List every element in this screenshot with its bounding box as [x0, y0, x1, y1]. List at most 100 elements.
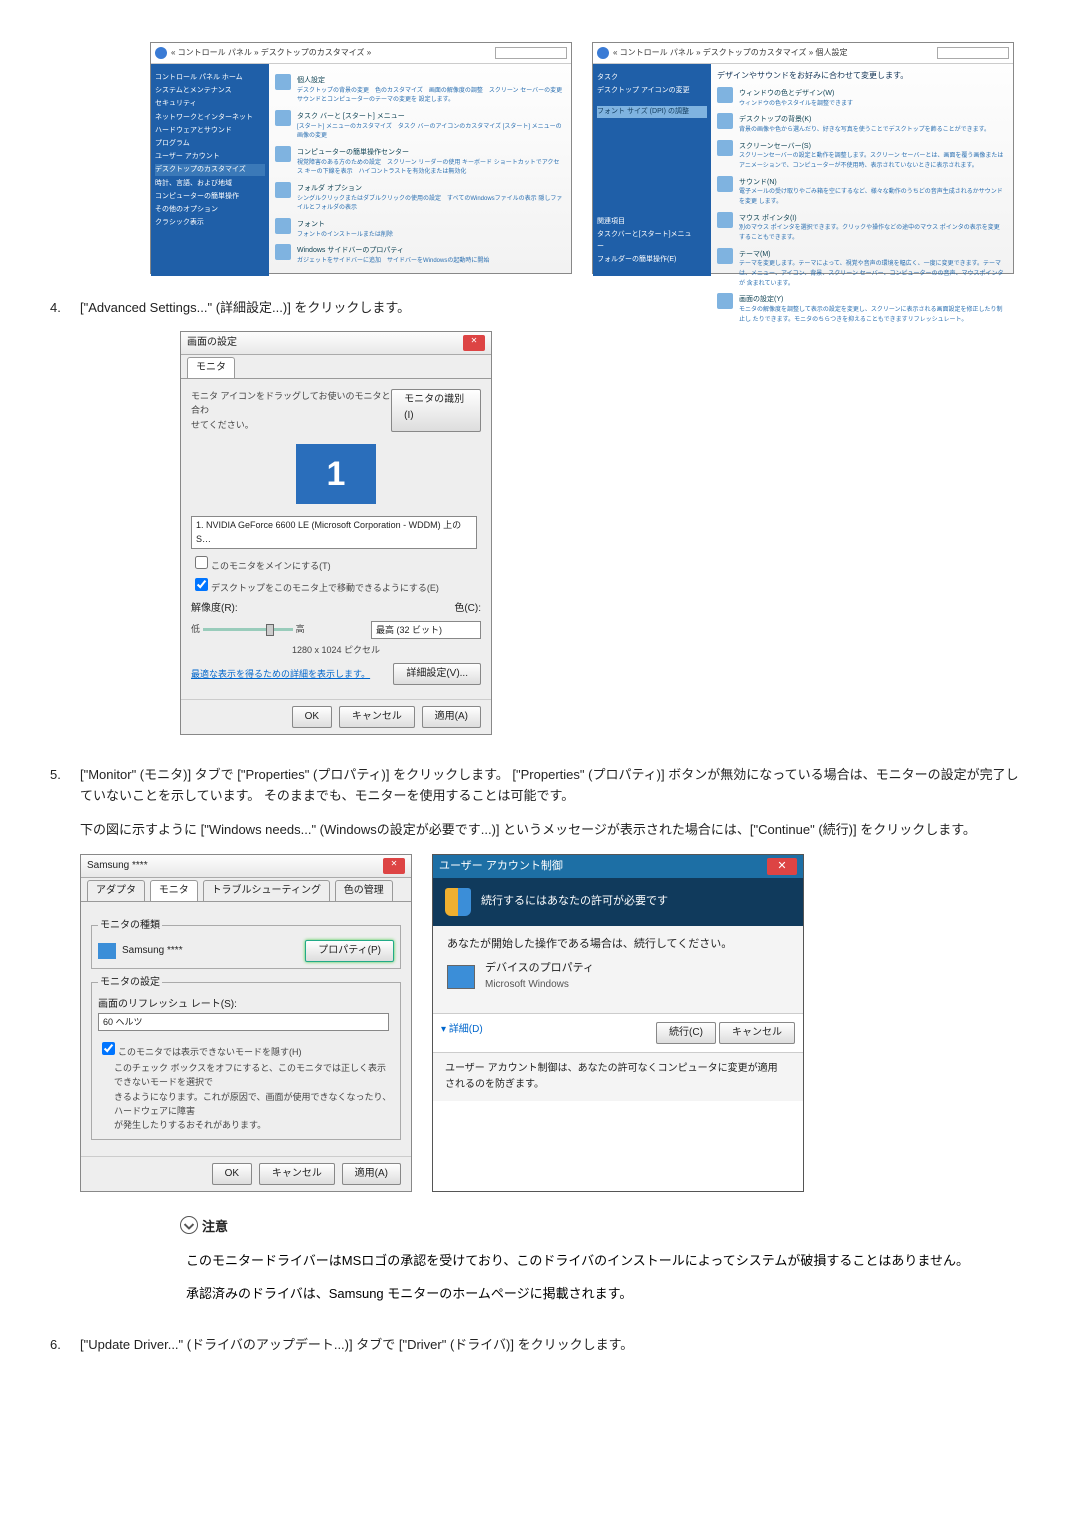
- link[interactable]: タスク バーと [スタート] メニュー: [297, 113, 405, 120]
- step-text-1: ["Monitor" (モニタ)] タブで ["Properties" (プロパ…: [80, 765, 1030, 807]
- step-number: 4.: [50, 298, 61, 319]
- advanced-button[interactable]: 詳細設定(V)...: [393, 663, 481, 685]
- close-icon[interactable]: ✕: [767, 858, 797, 876]
- back-icon[interactable]: [597, 47, 609, 59]
- left-main: 個人設定デスクトップの背景の変更 色のカスタマイズ 画面の解像度の調整 スクリー…: [269, 64, 571, 276]
- color-label: 色(C):: [454, 601, 481, 617]
- sidebar-item[interactable]: セキュリティ: [155, 98, 265, 109]
- link[interactable]: サウンド(N): [739, 179, 777, 186]
- link[interactable]: デスクトップの背景(K): [739, 116, 811, 123]
- resolution-label: 解像度(R):: [191, 601, 238, 617]
- color-select[interactable]: 最高 (32 ビット): [371, 621, 481, 639]
- sidebar-item-active[interactable]: フォント サイズ (DPI) の調整: [597, 106, 707, 117]
- link[interactable]: フォルダ オプション: [297, 185, 362, 192]
- search-input[interactable]: [495, 47, 567, 59]
- primary-checkbox[interactable]: [195, 556, 208, 569]
- desc: 電子メールの受け取りやごみ箱を空にするなど、様々な動作のうちどの音声生成されるか…: [739, 188, 1007, 207]
- ok-button[interactable]: OK: [212, 1163, 252, 1185]
- sidebar-item[interactable]: その他のオプション: [155, 204, 265, 215]
- tab-monitor[interactable]: モニタ: [187, 357, 235, 378]
- close-icon[interactable]: ✕: [383, 858, 405, 874]
- help-link[interactable]: 最適な表示を得るための詳細を表示します。: [191, 667, 370, 681]
- breadcrumb[interactable]: « コントロール パネル » デスクトップのカスタマイズ » 個人設定: [613, 47, 937, 60]
- drag-text: モニタ アイコンをドラッグしてお使いのモニタと合わ せてください。: [191, 389, 391, 432]
- font-icon: [275, 218, 291, 234]
- tab-monitor[interactable]: モニタ: [150, 880, 198, 901]
- search-input[interactable]: [937, 47, 1009, 59]
- continue-button[interactable]: 続行(C): [656, 1022, 716, 1044]
- step-text: ["Advanced Settings..." (詳細設定...)] をクリック…: [80, 300, 410, 315]
- sidebar-item[interactable]: プログラム: [155, 138, 265, 149]
- sublinks[interactable]: ガジェットをサイドバーに追加 サイドバーをWindowsの起動時に開始: [297, 257, 489, 267]
- properties-button[interactable]: プロパティ(P): [305, 940, 394, 962]
- sidebar-item[interactable]: ネットワークとインターネット: [155, 112, 265, 123]
- sublinks[interactable]: デスクトップの背景の変更 色のカスタマイズ 画面の解像度の調整 スクリーン セー…: [297, 87, 565, 106]
- cancel-button[interactable]: キャンセル: [719, 1022, 795, 1044]
- sublinks[interactable]: 視覚障害のある方のための設定 スクリーン リーダーの使用 キーボード ショートカ…: [297, 159, 565, 178]
- tab-strip: モニタ: [181, 355, 491, 379]
- sidebar-item[interactable]: ユーザー アカウント: [155, 151, 265, 162]
- identify-button[interactable]: モニタの識別(I): [391, 389, 481, 432]
- sidebar-item[interactable]: クラシック表示: [155, 217, 265, 228]
- link[interactable]: コンピューターの簡単操作センター: [297, 149, 409, 156]
- step-6: 6. ["Update Driver..." (ドライバのアップデート...)]…: [50, 1335, 1030, 1356]
- sidebar-item-active[interactable]: デスクトップのカスタマイズ: [155, 164, 265, 175]
- sidebar-item[interactable]: コントロール パネル ホーム: [155, 72, 265, 83]
- sidebar-item[interactable]: デスクトップ アイコンの変更: [597, 85, 707, 96]
- close-icon[interactable]: ✕: [463, 335, 485, 351]
- step-number: 5.: [50, 765, 61, 786]
- sublinks[interactable]: [スタート] メニューのカスタマイズ タスク バーのアイコンのカスタマイズ [ス…: [297, 123, 565, 142]
- cancel-button[interactable]: キャンセル: [339, 706, 415, 728]
- link[interactable]: テーマ(M): [739, 251, 771, 258]
- res-high: 高: [296, 624, 305, 634]
- apply-button[interactable]: 適用(A): [342, 1163, 401, 1185]
- refresh-label: 画面のリフレッシュ レート(S):: [98, 997, 394, 1013]
- back-icon[interactable]: [155, 47, 167, 59]
- extend-checkbox[interactable]: [195, 578, 208, 591]
- tab-troubleshoot[interactable]: トラブルシューティング: [203, 880, 330, 901]
- screensaver-icon: [717, 140, 733, 156]
- sidebar-item[interactable]: コンピューターの簡単操作: [155, 191, 265, 202]
- related-item[interactable]: フォルダーの簡単操作(E): [597, 254, 697, 265]
- right-main: デザインやサウンドをお好みに合わせて変更します。 ウィンドウの色とデザイン(W)…: [711, 64, 1013, 276]
- desc: ウィンドウの色やスタイルを調整できます: [739, 100, 853, 110]
- link[interactable]: ウィンドウの色とデザイン(W): [739, 90, 834, 97]
- control-panel-left: « コントロール パネル » デスクトップのカスタマイズ » コントロール パネ…: [150, 42, 572, 274]
- refresh-select[interactable]: 60 ヘルツ: [98, 1013, 389, 1031]
- sublinks[interactable]: フォントのインストールまたは削除: [297, 231, 393, 241]
- monitor-icon: [98, 943, 116, 959]
- sidebar-item[interactable]: 時計、言語、および地域: [155, 178, 265, 189]
- related-item[interactable]: タスクバーと[スタート]メニュー: [597, 229, 697, 251]
- sidebar-item[interactable]: ハードウェアとサウンド: [155, 125, 265, 136]
- note-text-1: このモニタードライバーはMSロゴの承認を受けており、このドライバのインストールに…: [186, 1251, 1030, 1272]
- sidebar-item[interactable]: システムとメンテナンス: [155, 85, 265, 96]
- monitor-preview[interactable]: 1: [296, 444, 376, 504]
- note-icon: [180, 1216, 198, 1234]
- apply-button[interactable]: 適用(A): [422, 706, 481, 728]
- link[interactable]: Windows サイドバーのプロパティ: [297, 247, 404, 254]
- resolution-slider[interactable]: [203, 628, 293, 631]
- link[interactable]: フォント: [297, 221, 325, 228]
- tab-adapter[interactable]: アダプタ: [87, 880, 145, 901]
- monitor-select[interactable]: 1. NVIDIA GeForce 6600 LE (Microsoft Cor…: [191, 516, 477, 549]
- heading: デザインやサウンドをお好みに合わせて変更します。: [717, 70, 1007, 83]
- shield-icon: [445, 888, 471, 916]
- tab-color[interactable]: 色の管理: [335, 880, 393, 901]
- step-5: 5. ["Monitor" (モニタ)] タブで ["Properties" (…: [50, 765, 1030, 1305]
- monitor-name: Samsung ****: [122, 943, 183, 959]
- ok-button[interactable]: OK: [292, 706, 332, 728]
- hide-modes-note: このチェック ボックスをオフにすると、このモニタでは正しく表示できないモードを選…: [114, 1061, 394, 1133]
- uac-heading: 続行するにはあなたの許可が必要です: [481, 893, 668, 911]
- folder-icon: [275, 182, 291, 198]
- link[interactable]: マウス ポインタ(I): [739, 215, 797, 222]
- figure-control-panels: « コントロール パネル » デスクトップのカスタマイズ » コントロール パネ…: [150, 42, 1030, 274]
- breadcrumb[interactable]: « コントロール パネル » デスクトップのカスタマイズ »: [171, 47, 495, 60]
- hide-modes-checkbox[interactable]: [102, 1042, 115, 1055]
- link[interactable]: スクリーンセーバー(S): [739, 143, 811, 150]
- device-name: デバイスのプロパティ: [485, 960, 594, 978]
- sublinks[interactable]: シングルクリックまたはダブルクリックの使用の設定 すべてのWindowsファイル…: [297, 195, 565, 214]
- cancel-button[interactable]: キャンセル: [259, 1163, 335, 1185]
- desc: 背景の画像や色から選んだり、好きな写真を使うことでデスクトップを飾ることができま…: [739, 126, 990, 136]
- link[interactable]: 個人設定: [297, 77, 325, 84]
- details-button[interactable]: 詳細(D): [449, 1024, 483, 1035]
